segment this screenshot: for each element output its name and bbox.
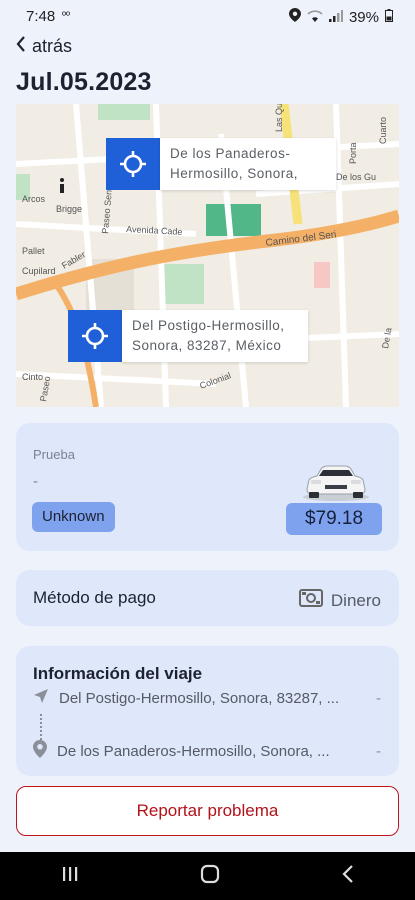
map-street-label: Cinto [22,372,43,382]
origin-label: Del Postigo-Hermosillo, Sonora, 83287, M… [122,310,308,362]
status-time: 7:48 [26,8,56,25]
cash-icon [298,588,323,613]
origin-time: - [376,689,381,707]
destination-row: De los Panaderos-Hermosillo, Sonora, ...… [33,740,381,762]
status-bar: 7:48 ºº 39% [0,0,415,32]
system-nav-bar [0,852,415,900]
map-street-label: Cupilard [22,266,56,276]
trip-info-card: Información del viaje Del Postigo-Hermos… [16,646,399,776]
destination-marker[interactable]: De los Panaderos- Hermosillo, Sonora, [106,138,336,190]
location-icon [288,8,301,26]
trip-info-title: Información del viaje [33,664,203,683]
report-problem-button[interactable]: Reportar problema [16,786,399,836]
origin-row: Del Postigo-Hermosillo, Sonora, 83287, .… [33,688,381,708]
car-icon [301,463,371,506]
payment-method-value: Dinero [298,588,381,613]
map-street-label: Pallet [22,246,45,256]
map-street-label: Cuarto [378,117,388,144]
map-street-label: De los Gu [336,172,376,182]
back-nav-icon[interactable] [342,864,354,888]
payment-method-label: Método de pago [33,588,156,607]
navigation-arrow-icon [33,688,49,708]
wifi-icon [307,9,323,26]
origin-line: Sonora, 83287, México [132,338,282,353]
battery-icon [385,8,393,26]
recent-apps-icon[interactable] [61,866,79,887]
route-connector [40,714,42,740]
location-pin-icon [33,740,47,762]
home-icon[interactable] [200,864,220,889]
map-street-label: Brigge [56,204,82,214]
back-button[interactable]: atrás [16,36,72,57]
signal-icon [328,9,343,26]
battery-text: 39% [348,8,379,26]
map-street-label: Porta [348,142,358,164]
destination-time: - [376,742,381,760]
target-icon [68,310,122,362]
trip-category: Prueba [33,447,75,462]
map-street-label: Las Qui [274,104,284,132]
info-marker-icon [60,178,64,193]
chevron-left-icon [16,36,26,57]
status-extra: ºº [62,10,71,22]
status-icons: 39% [288,8,393,26]
trip-summary-card: Prueba - Unknown $79.18 [16,423,399,551]
payment-value-text: Dinero [330,590,381,610]
page-title: Jul.05.2023 [16,68,152,96]
map-street-label: Arcos [22,194,46,204]
destination-address: De los Panaderos-Hermosillo, Sonora, ... [57,742,330,760]
target-icon [106,138,160,190]
trip-subtitle: - [33,473,38,490]
back-label: atrás [32,36,73,56]
map-view[interactable]: Camino del Seri Avenida Cade Colonial Br… [16,104,399,407]
trip-price: $79.18 [286,503,382,535]
origin-line: Del Postigo-Hermosillo, [132,318,285,333]
destination-line: Hermosillo, Sonora, [170,166,299,181]
destination-label: De los Panaderos- Hermosillo, Sonora, [160,138,336,190]
origin-marker[interactable]: Del Postigo-Hermosillo, Sonora, 83287, M… [68,310,308,362]
destination-line: De los Panaderos- [170,146,291,161]
payment-method-card: Método de pago Dinero [16,570,399,626]
origin-address: Del Postigo-Hermosillo, Sonora, 83287, .… [59,689,340,707]
status-badge: Unknown [32,502,115,532]
